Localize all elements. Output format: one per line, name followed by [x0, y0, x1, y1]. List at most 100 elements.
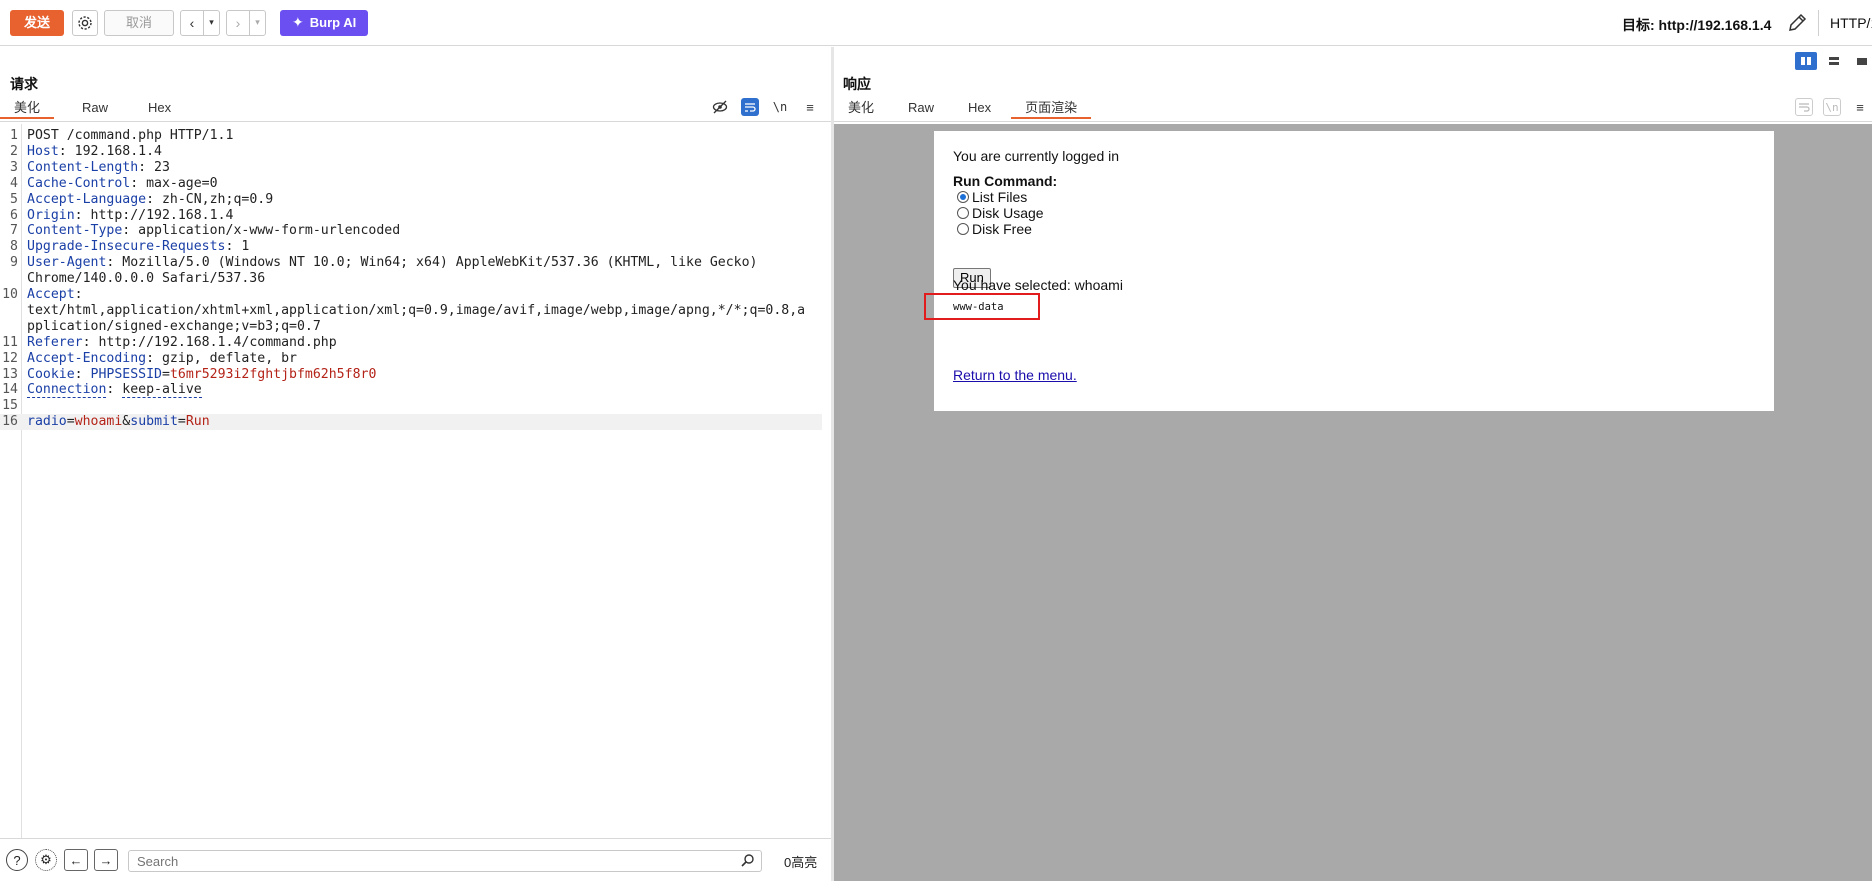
code-line: 2 Host: 192.168.1.4: [0, 144, 822, 160]
menu-hamburger-icon[interactable]: ≡: [801, 98, 819, 116]
header-name: Content-Length: [27, 159, 139, 175]
response-tabs: 美化 Raw Hex 页面渲染: [834, 98, 1092, 119]
header-value: Chrome/140.0.0.0 Safari/537.36: [27, 271, 266, 287]
header-value: POST /command.php HTTP/1.1: [27, 128, 234, 143]
radio-button-icon[interactable]: [957, 207, 969, 219]
code-text: Host: 192.168.1.4: [27, 144, 162, 159]
header-separator: :: [74, 287, 83, 302]
previous-match-icon[interactable]: ←: [64, 849, 88, 871]
edit-pencil-icon[interactable]: [1786, 12, 1808, 37]
wrap-lines-icon[interactable]: [741, 98, 759, 116]
search-input[interactable]: [129, 851, 729, 871]
header-name: Content-Type: [27, 223, 123, 239]
header-value: zh-CN,zh;q=0.9: [161, 191, 274, 207]
code-line: 11 Referer: http://192.168.1.4/command.ph…: [0, 335, 822, 351]
split-columns-icon[interactable]: [1795, 52, 1817, 70]
highlight-count: 0高亮: [784, 855, 818, 870]
line-number: 1: [10, 128, 18, 143]
burp-ai-button[interactable]: ✦ Burp AI: [280, 9, 369, 36]
response-newline-toggle-icon[interactable]: \n: [1823, 98, 1841, 116]
code-line: 16 radio=whoami&submit=Run: [0, 414, 822, 431]
header-name: Origin: [27, 207, 75, 223]
tab-response-raw[interactable]: Raw: [894, 98, 948, 119]
line-number: 2: [10, 143, 18, 159]
search-settings-gear-icon[interactable]: ⚙: [35, 849, 57, 871]
line-number: 3: [10, 159, 18, 175]
request-tabs-underline: [0, 121, 831, 122]
radio-list-files[interactable]: List Files: [957, 189, 1027, 205]
settings-gear-icon[interactable]: [72, 9, 99, 36]
header-separator: :: [138, 159, 155, 175]
request-editor[interactable]: 1 POST /command.php HTTP/1.1 2 Host: 192.16…: [0, 124, 831, 838]
code-text: pplication/signed-exchange;v=b3;q=0.7: [27, 319, 321, 334]
rendered-page: You are currently logged in Run Command:…: [924, 131, 1774, 411]
radio-label: List Files: [972, 189, 1028, 205]
header-name: Host: [27, 143, 59, 159]
tab-response-hex[interactable]: Hex: [954, 98, 1005, 119]
header-name: Connection: [27, 382, 107, 399]
code-line: text/html,application/xhtml+xml,applicat…: [0, 303, 822, 319]
forward-arrow-icon[interactable]: ›: [227, 11, 249, 35]
line-number: 6: [10, 207, 18, 223]
header-separator: :: [106, 382, 123, 398]
line-number: 16: [2, 414, 18, 430]
code-line: 1 POST /command.php HTTP/1.1: [0, 128, 822, 144]
radio-button-icon[interactable]: [957, 223, 969, 235]
header-name: Accept-Language: [27, 191, 147, 207]
response-wrap-lines-icon[interactable]: [1795, 98, 1813, 116]
request-pane-title: 请求: [10, 76, 38, 92]
search-icon[interactable]: [741, 853, 755, 870]
help-icon[interactable]: ?: [6, 849, 28, 871]
back-dropdown-icon[interactable]: ▾: [203, 10, 219, 35]
header-separator: :: [146, 350, 162, 366]
sparkle-icon: ✦: [292, 14, 304, 30]
code-text: text/html,application/xhtml+xml,applicat…: [27, 303, 805, 318]
code-line: Chrome/140.0.0.0 Safari/537.36: [0, 271, 822, 287]
code-line: 12 Accept-Encoding: gzip, deflate, br: [0, 351, 822, 367]
line-number: 14: [2, 382, 18, 398]
radio-disk-free[interactable]: Disk Free: [957, 221, 1032, 237]
send-button[interactable]: 发送: [10, 9, 65, 36]
code-text: Accept-Language: zh-CN,zh;q=0.9: [27, 192, 273, 207]
header-value: http://192.168.1.4/command.php: [98, 334, 337, 350]
code-text: User-Agent: Mozilla/5.0 (Windows NT 10.0…: [27, 255, 757, 270]
tab-response-render[interactable]: 页面渲染: [1011, 98, 1092, 119]
line-number: 12: [2, 350, 18, 366]
tab-request-pretty[interactable]: 美化: [0, 98, 55, 119]
request-search-bar: ? ⚙ ← → 0高亮: [0, 838, 831, 881]
tab-request-hex[interactable]: Hex: [134, 98, 185, 119]
cancel-button[interactable]: 取消: [104, 9, 175, 36]
header-name: Cookie: [27, 366, 75, 382]
response-pane-tools: \n ≡: [1795, 98, 1869, 116]
code-text: Accept:: [27, 287, 83, 302]
header-value: Mozilla/5.0 (Windows NT 10.0; Win64; x64…: [122, 255, 758, 271]
header-separator: :: [74, 366, 91, 382]
code-line: 6 Origin: http://192.168.1.4: [0, 208, 822, 224]
tabs-layout-icon[interactable]: [1851, 52, 1872, 70]
split-rows-icon[interactable]: [1823, 52, 1845, 70]
search-box: [128, 850, 762, 872]
logged-in-text: You are currently logged in: [953, 148, 1120, 164]
code-text: Referer: http://192.168.1.4/command.php: [27, 335, 337, 350]
newline-toggle-icon[interactable]: \n: [771, 98, 789, 116]
header-value: 1: [241, 239, 250, 255]
back-arrow-icon[interactable]: ‹: [181, 11, 203, 35]
header-separator: :: [146, 191, 162, 207]
header-name: Upgrade-Insecure-Requests: [27, 239, 226, 255]
radio-label: Disk Usage: [972, 205, 1044, 221]
hide-eye-icon[interactable]: [711, 98, 729, 116]
return-to-menu-link[interactable]: Return to the menu.: [953, 367, 1077, 383]
layout-toggle-group: [1795, 52, 1872, 70]
cookie-name: PHPSESSID: [90, 366, 162, 382]
radio-button-icon[interactable]: [957, 191, 969, 203]
forward-dropdown-icon[interactable]: ▾: [249, 10, 265, 35]
tab-request-raw[interactable]: Raw: [68, 98, 122, 119]
next-match-icon[interactable]: →: [94, 849, 118, 871]
history-forward-group: › ▾: [226, 9, 267, 36]
response-menu-hamburger-icon[interactable]: ≡: [1851, 98, 1869, 116]
header-value: keep-alive: [122, 382, 202, 399]
http-version-label[interactable]: HTTP/1: [1830, 15, 1872, 31]
target-label: 目标: http://192.168.1.4: [1622, 17, 1772, 33]
tab-response-pretty[interactable]: 美化: [834, 98, 888, 119]
radio-disk-usage[interactable]: Disk Usage: [957, 205, 1044, 221]
